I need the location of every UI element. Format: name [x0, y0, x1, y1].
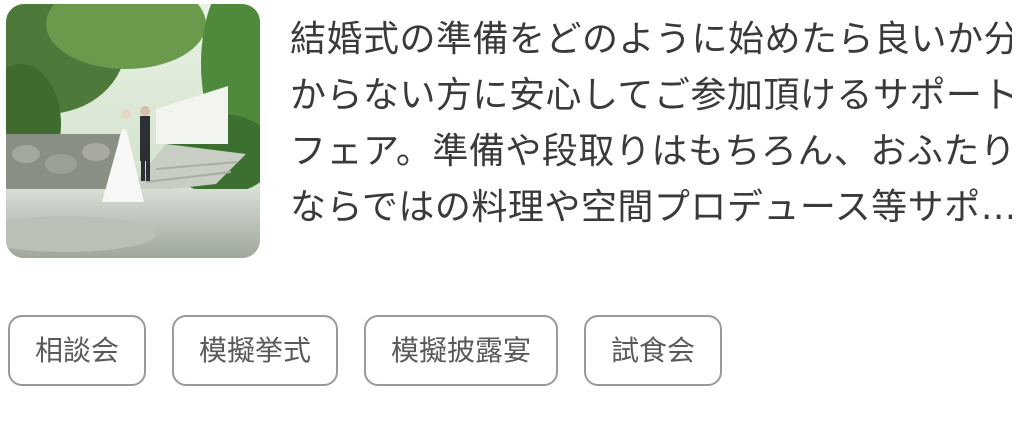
description-line: からない方に安心してご参加頂けるサポート [290, 75, 1012, 116]
tag-mock-ceremony[interactable]: 模擬挙式 [172, 315, 339, 386]
tag-consultation[interactable]: 相談会 [8, 315, 147, 386]
description-line: 結婚式の準備をどのように始めたら良いか分 [290, 19, 1012, 60]
wedding-couple-garden-image [6, 4, 260, 258]
tag-mock-reception[interactable]: 模擬披露宴 [364, 315, 559, 386]
fair-photo[interactable] [6, 4, 260, 258]
description-line: フェア。準備や段取りはもちろん、おふたり [290, 131, 1012, 172]
fair-card[interactable]: 結婚式の準備をどのように始めたら良いか分 からない方に安心してご参加頂けるサポー… [0, 0, 1019, 446]
description-line: ならではの料理や空間プロデュース等サポ… [290, 187, 1012, 228]
tag-food-tasting[interactable]: 試食会 [584, 315, 723, 386]
fair-tags: 相談会 模擬挙式 模擬披露宴 試食会 [8, 315, 723, 386]
fair-description: 結婚式の準備をどのように始めたら良いか分 からない方に安心してご参加頂けるサポー… [290, 12, 1012, 236]
